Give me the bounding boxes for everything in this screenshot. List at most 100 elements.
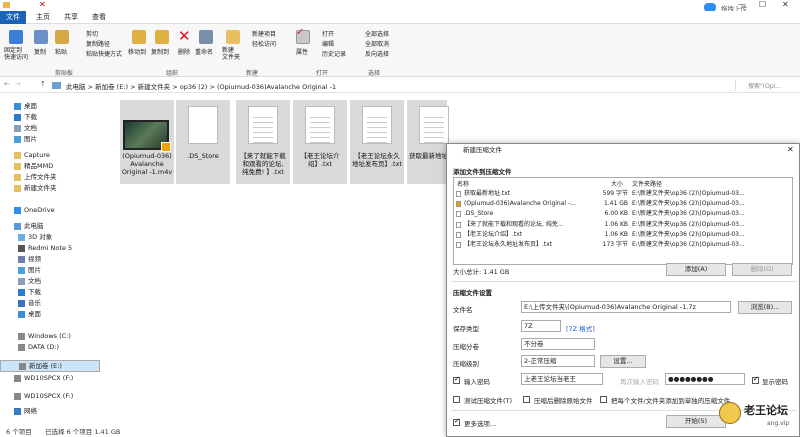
crumb[interactable]: (Opiumud-036)Avalanche Original -1	[217, 83, 336, 91]
sidebar-item[interactable]: 网络	[0, 406, 100, 417]
paste-shortcut-button[interactable]: 粘贴快捷方式	[86, 49, 122, 58]
list-item[interactable]: 【老王论坛介绍】.txt 1.06 KB E:\新建文件夹\op36 (2)\(Op…	[454, 230, 792, 240]
sidebar-item[interactable]: 文档	[0, 123, 100, 134]
sidebar-item[interactable]: 图片	[0, 134, 100, 145]
maximize-button[interactable]: ☐	[759, 0, 766, 9]
password-input[interactable]: 上老王论坛当老王	[521, 373, 603, 385]
minimize-button[interactable]: —	[738, 0, 746, 9]
pin-icon[interactable]	[9, 30, 23, 44]
sidebar-item[interactable]: 下载	[0, 287, 100, 298]
file-item[interactable]: .DS_Store	[176, 100, 230, 184]
sidebar-item[interactable]: 新加卷 (E:)	[0, 360, 100, 372]
password-repeat-input[interactable]: ●●●●●●●●	[665, 373, 745, 385]
cut-button[interactable]: 剪切	[86, 29, 98, 38]
close-button[interactable]: ✕	[782, 0, 789, 9]
col-name[interactable]: 名称	[457, 179, 469, 188]
list-item[interactable]: .DS_Store 6.00 KB E:\新建文件夹\op36 (2)\(Opium…	[454, 209, 792, 219]
invert-selection-button[interactable]: 反向选择	[365, 49, 389, 58]
crumb[interactable]: 此电脑	[66, 83, 86, 91]
history-button[interactable]: 历史记录	[322, 49, 346, 58]
add-button[interactable]: 添加(A)	[666, 263, 726, 276]
more-options-label[interactable]: 更多选项...	[464, 418, 496, 428]
crumb[interactable]: 新加卷 (E:)	[95, 83, 128, 91]
new-folder-icon[interactable]	[226, 30, 240, 44]
address-bar[interactable]: ← → ↑ 此电脑 > 新加卷 (E:) > 新建文件夹 > op36 (2) …	[0, 79, 800, 93]
sidebar-item[interactable]: OneDrive	[0, 205, 100, 216]
file-item[interactable]: (Opiumud-036) Avalanche Original -1.m4v	[120, 100, 174, 184]
copy-to-icon[interactable]	[155, 30, 169, 44]
open-button[interactable]: 打开	[322, 29, 334, 38]
sidebar-item[interactable]: 上传文件夹	[0, 172, 100, 183]
dialog-close-button[interactable]: ✕	[787, 145, 794, 154]
start-button[interactable]: 开始(S)	[666, 415, 726, 428]
new-item-button[interactable]: 新建项目	[252, 29, 276, 38]
delete-after-checkbox[interactable]	[523, 396, 530, 403]
col-path[interactable]: 文件夹路径	[632, 179, 662, 188]
file-item[interactable]: 获取最新地址	[407, 100, 449, 184]
format-value: 7Z	[524, 322, 533, 330]
easy-access-button[interactable]: 轻松访问	[252, 39, 276, 48]
select-all-button[interactable]: 全部选择	[365, 29, 389, 38]
sidebar-item[interactable]: WD10SPCX (F:)	[0, 391, 100, 402]
forward-arrow-icon[interactable]: →	[15, 80, 21, 88]
sidebar-item[interactable]: 桌面	[0, 101, 100, 112]
sidebar-item[interactable]: Capture	[0, 150, 100, 161]
col-size[interactable]: 大小	[611, 179, 623, 188]
copy-icon[interactable]	[34, 30, 48, 44]
up-arrow-icon[interactable]: ↑	[40, 80, 46, 88]
sidebar-item[interactable]: DATA (D:)	[0, 342, 100, 353]
more-options-checkbox[interactable]	[453, 417, 460, 426]
remove-button[interactable]: 删除(D)	[732, 263, 792, 276]
list-item[interactable]: 【来了就能下载和观看的论坛, 纯免... 1.06 KB E:\新建文件夹\op36…	[454, 220, 792, 230]
delete-icon[interactable]: ✕	[178, 27, 191, 45]
split-select[interactable]: 不分卷	[521, 338, 595, 350]
crumb[interactable]: 新建文件夹	[138, 83, 171, 91]
sidebar-item[interactable]: 3D 对象	[0, 232, 100, 243]
list-item[interactable]: 【老王论坛永久地址发布页】.txt 173 字节 E:\新建文件夹\op36 (2)…	[454, 240, 792, 250]
rename-icon[interactable]	[199, 30, 213, 44]
file-list[interactable]: 名称 大小 文件夹路径 获取最新地址.txt 599 字节 E:\新建文件夹\op3…	[453, 177, 793, 265]
move-to-icon[interactable]	[132, 30, 146, 44]
settings-button[interactable]: 设置...	[600, 355, 646, 368]
sidebar-item[interactable]: 桌面	[0, 309, 100, 320]
sidebar-item[interactable]: 文档	[0, 276, 100, 287]
sidebar-item[interactable]: Redmi Note 5	[0, 243, 100, 254]
sidebar-item[interactable]: Windows (C:)	[0, 331, 100, 342]
filename-input[interactable]: E:\上传文件夹\(Opiumud-036)Avalanche Original…	[521, 301, 731, 313]
edit-button[interactable]: 编辑	[322, 39, 334, 48]
file-item[interactable]: 【来了就能下载 和观看的论坛, 纯免费! 】.txt	[236, 100, 290, 184]
format-link[interactable]: [7Z 格式]	[566, 323, 595, 333]
sidebar-item[interactable]: 精品MMD	[0, 161, 100, 172]
sidebar-item[interactable]: 下载	[0, 112, 100, 123]
sidebar-item[interactable]: 图片	[0, 265, 100, 276]
password-checkbox[interactable]	[453, 375, 460, 384]
file-item[interactable]: 【老王论坛介 绍】.txt	[293, 100, 347, 184]
sidebar-item[interactable]: 新建文件夹	[0, 183, 100, 194]
row-name: 获取最新地址.txt	[464, 190, 511, 197]
paste-icon[interactable]	[55, 30, 69, 44]
level-select[interactable]: 2-正常压缩	[521, 355, 595, 367]
list-item[interactable]: 获取最新地址.txt 599 字节 E:\新建文件夹\op36 (2)\(Opium…	[454, 189, 792, 199]
copy-path-button[interactable]: 复制路径	[86, 39, 110, 48]
sidebar-item[interactable]: 此电脑	[0, 221, 100, 232]
tab-view[interactable]: 查看	[86, 11, 112, 24]
separate-archives-checkbox[interactable]	[600, 396, 607, 403]
select-none-button[interactable]: 全部取消	[365, 39, 389, 48]
browse-button[interactable]: 浏览(B)...	[738, 301, 792, 314]
red-x-icon[interactable]: ✕	[39, 0, 46, 9]
drive-icon	[18, 332, 25, 340]
test-archive-checkbox[interactable]	[453, 396, 460, 403]
format-select[interactable]: 7Z	[521, 320, 561, 332]
back-arrow-icon[interactable]: ←	[4, 80, 10, 88]
show-password-checkbox[interactable]	[752, 375, 759, 384]
tab-share[interactable]: 共享	[58, 11, 84, 24]
sidebar-item[interactable]: 视频	[0, 254, 100, 265]
sidebar-item[interactable]: WD10SPCX (F:)	[0, 373, 100, 384]
sidebar-item[interactable]: 音乐	[0, 298, 100, 309]
video-icon	[18, 255, 25, 263]
file-item[interactable]: 【老王论坛永久 地址发布页】.txt	[350, 100, 404, 184]
crumb[interactable]: op36 (2)	[180, 83, 208, 91]
tab-home[interactable]: 主页	[30, 11, 56, 24]
list-item[interactable]: (Opiumud-036)Avalanche Original -... 1.41…	[454, 199, 792, 209]
tab-file[interactable]: 文件	[0, 11, 26, 24]
